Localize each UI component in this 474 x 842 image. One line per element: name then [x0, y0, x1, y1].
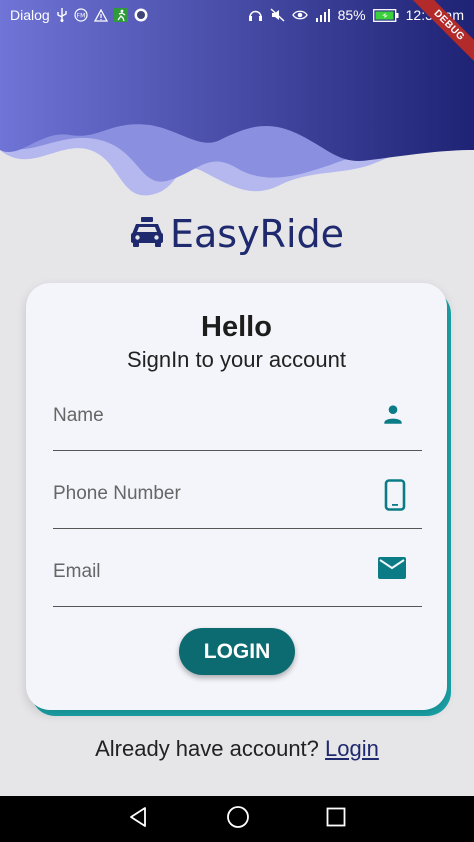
carrier-name: Dialog: [10, 7, 50, 23]
status-bar-right: 85% 12:39 am: [248, 7, 464, 23]
signal-icon: [315, 8, 331, 22]
login-button[interactable]: LOGIN: [179, 628, 295, 675]
phone-icon: [384, 479, 406, 516]
person-icon: [380, 401, 406, 432]
recents-icon[interactable]: [326, 807, 346, 832]
fm-radio-icon: FM: [74, 8, 88, 22]
footer-prompt: Already have account? Login: [0, 736, 474, 762]
phone-field-placeholder: Phone Number: [53, 483, 181, 504]
battery-icon: [372, 8, 399, 22]
home-icon[interactable]: [226, 805, 250, 834]
status-bar-left: Dialog FM: [10, 7, 148, 23]
usb-icon: [56, 8, 68, 22]
name-field-placeholder: Name: [53, 405, 104, 426]
svg-text:FM: FM: [76, 13, 85, 20]
battery-percent: 85%: [337, 7, 366, 23]
email-field-placeholder: Email: [53, 561, 101, 582]
email-field[interactable]: Email: [53, 543, 422, 607]
headphones-icon: [248, 8, 263, 22]
github-icon: [134, 8, 148, 22]
card-title: Hello: [201, 311, 272, 343]
app-title: EasyRide: [169, 212, 345, 256]
signin-card: Hello SignIn to your account Name Phone …: [26, 283, 447, 710]
back-icon[interactable]: [128, 806, 150, 833]
running-app-icon: [113, 8, 128, 22]
warning-icon: [93, 8, 108, 22]
status-time: 12:39 am: [405, 7, 464, 23]
footer-prompt-text: Already have account?: [95, 736, 319, 761]
navigation-bar: [0, 796, 474, 842]
eye-icon: [291, 9, 308, 21]
taxi-icon: [130, 216, 164, 253]
phone-number-field[interactable]: Phone Number: [53, 465, 422, 529]
card-subtitle: SignIn to your account: [127, 347, 346, 372]
brand-header: EasyRide: [0, 212, 474, 256]
mute-icon: [270, 8, 285, 22]
login-link[interactable]: Login: [325, 736, 379, 761]
name-field[interactable]: Name: [53, 387, 422, 451]
header-wave-background: [0, 0, 474, 196]
mail-icon: [378, 557, 406, 584]
status-bar: Dialog FM 85% 12:39 am: [0, 0, 474, 30]
